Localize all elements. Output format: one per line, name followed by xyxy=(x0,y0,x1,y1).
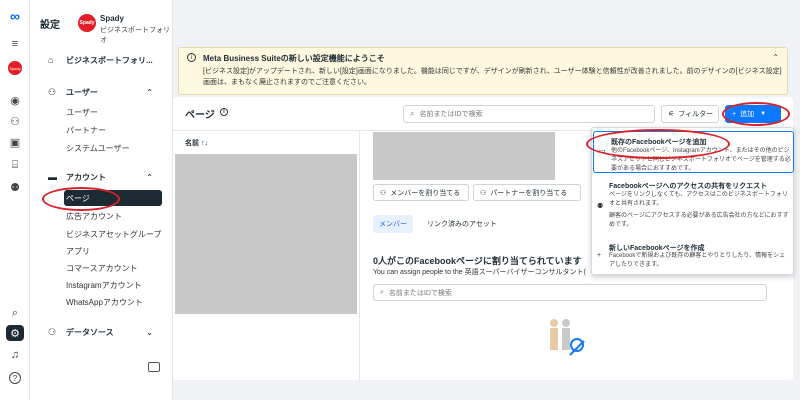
plus-icon: + xyxy=(597,252,602,259)
store-icon[interactable]: ⌸ xyxy=(6,157,24,173)
tab-members[interactable]: メンバー xyxy=(373,215,413,233)
business-avatar[interactable]: Spady xyxy=(6,60,24,76)
panel-title: ページ xyxy=(185,110,215,121)
datasource-icon: ⚆ xyxy=(48,326,57,337)
briefcase-icon: ⌂ xyxy=(48,55,54,65)
share-icon: ⚉ xyxy=(597,203,604,210)
meta-logo-icon[interactable]: ∞ xyxy=(6,8,24,24)
settings-nav: 設定 Spady Spady ビジネスポートフォリオ ⌂ ビジネスポートフォリ.… xyxy=(30,0,173,400)
nav-item-pages[interactable]: ページ xyxy=(64,190,162,206)
business-subtitle: ビジネスポートフォリオ xyxy=(100,27,170,44)
caret-down-icon: ▼ xyxy=(760,111,767,117)
search-icon: ⌕ xyxy=(410,109,415,118)
help-icon[interactable]: ? xyxy=(6,370,24,386)
nav-section-users[interactable]: ⚇ ユーザー ⌃ xyxy=(30,84,173,100)
gear-icon[interactable]: ⚙ xyxy=(6,325,24,341)
add-menu-dropdown: ▭ 既存のFacebookページを追加 他のFacebookページ、Instag… xyxy=(591,127,794,275)
add-button[interactable]: + 追加 ▼ xyxy=(725,105,781,123)
people-group-icon[interactable]: ⚉ xyxy=(6,179,24,195)
info-banner: i Meta Business Suiteの新しい設定機能にようこそ [ビジネス… xyxy=(178,47,788,95)
menu-item-create-page[interactable]: + 新しいFacebookページを作成 Facebookで新規および既存の顧客と… xyxy=(592,242,795,276)
chevron-up-icon: ⌃ xyxy=(146,87,153,97)
menu-icon[interactable]: ≡ xyxy=(6,36,24,52)
search-input[interactable]: ⌕ 名前またはIDで検索 xyxy=(403,105,655,123)
search-icon: ⌕ xyxy=(380,288,384,296)
nav-item-partners[interactable]: パートナー xyxy=(30,122,173,138)
home-icon[interactable]: ◉ xyxy=(6,92,24,108)
filter-icon: ⚟ xyxy=(668,111,675,118)
detail-tabs: メンバー リンク済みのアセット xyxy=(373,215,511,233)
nav-item-apps[interactable]: アプリ xyxy=(30,243,173,259)
people-illustration xyxy=(550,319,585,356)
info-icon: i xyxy=(187,53,196,62)
chevron-up-icon: ⌃ xyxy=(146,172,153,182)
menu-item-request-access[interactable]: ⚉ Facebookページへのアクセスの共有をリクエスト ページをリンクしなくて… xyxy=(592,178,795,248)
plus-icon: + xyxy=(732,110,737,118)
nav-item-whatsapp[interactable]: WhatsAppアカウント xyxy=(30,294,173,310)
search-icon[interactable]: ⌕ xyxy=(6,305,24,321)
nav-business-portfolio[interactable]: ⌂ ビジネスポートフォリ... xyxy=(30,52,173,68)
business-name: Spady xyxy=(100,14,125,23)
nav-item-users[interactable]: ユーザー xyxy=(30,104,173,120)
nav-item-ad-accounts[interactable]: 広告アカウント xyxy=(30,208,173,224)
add-partner-icon: ⚇ xyxy=(480,189,487,197)
left-rail: ∞ ≡ Spady ◉ ⚇ ▣ ⌸ ⚉ ⌕ ⚙ ♫ ? xyxy=(0,0,30,400)
redacted-page-header xyxy=(373,132,555,180)
page-icon: ▭ xyxy=(599,148,606,155)
nav-item-instagram[interactable]: Instagramアカウント xyxy=(30,277,173,293)
banner-title: Meta Business Suiteの新しい設定機能にようこそ xyxy=(203,54,385,63)
bell-icon[interactable]: ♫ xyxy=(6,347,24,363)
people-icon[interactable]: ⚇ xyxy=(6,113,24,129)
divider xyxy=(359,130,360,380)
column-header-name[interactable]: 名前 ↑↓ xyxy=(185,138,208,148)
empty-state-title: 0人がこのFacebookページに割り当てられています xyxy=(373,256,582,266)
avatar: Spady xyxy=(8,61,22,75)
menu-item-add-existing-page[interactable]: ▭ 既存のFacebookページを追加 他のFacebookページ、Instag… xyxy=(593,131,794,173)
member-search-input[interactable]: ⌕ 名前またはIDで検索 xyxy=(373,284,767,301)
chevron-up-icon[interactable]: ⌃ xyxy=(772,53,779,62)
nav-item-system-users[interactable]: システムユーザー xyxy=(30,140,173,156)
tab-linked-assets[interactable]: リンク済みのアセット xyxy=(421,215,503,233)
users-icon: ⚇ xyxy=(48,86,57,97)
nav-item-commerce[interactable]: コマースアカウント xyxy=(30,260,173,276)
collapse-sidebar-icon[interactable] xyxy=(148,362,160,372)
nav-section-accounts[interactable]: ▬ アカウント ⌃ xyxy=(30,169,173,185)
filter-button[interactable]: ⚟ フィルター xyxy=(661,105,719,123)
chevron-down-icon: ⌄ xyxy=(146,327,153,337)
nav-section-datasources[interactable]: ⚆ データソース ⌄ xyxy=(30,324,173,340)
banner-body: [ビジネス設定]がアップデートされ、新しい[設定]画面になりました。機能は同じで… xyxy=(203,68,782,86)
assign-partner-button[interactable]: ⚇ パートナーを割り当てる xyxy=(473,184,581,201)
nav-item-asset-groups[interactable]: ビジネスアセットグループ xyxy=(30,226,173,242)
account-icon: ▬ xyxy=(48,172,57,182)
add-person-icon: ⚇ xyxy=(380,189,387,197)
empty-state-subtitle: You can assign people to the 英語スーパーバイザーコ… xyxy=(373,269,586,276)
pages-icon[interactable]: ▣ xyxy=(6,134,24,150)
redacted-list xyxy=(175,154,357,314)
info-icon[interactable]: i xyxy=(220,108,228,116)
assign-people-button[interactable]: ⚇ メンバーを割り当てる xyxy=(373,184,469,201)
business-avatar: Spady xyxy=(78,14,96,32)
page-title: 設定 xyxy=(40,20,60,31)
